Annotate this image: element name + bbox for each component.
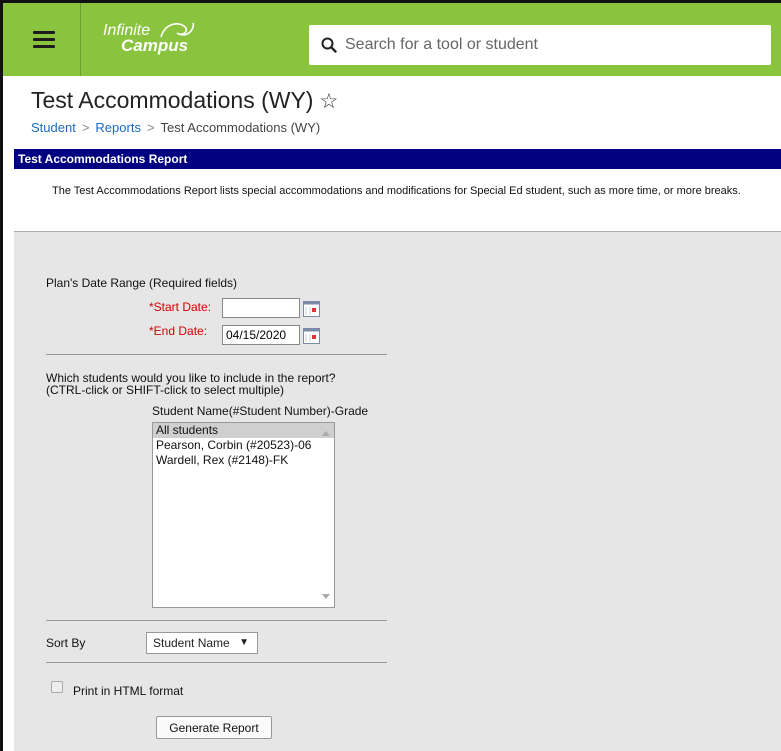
print-html-checkbox[interactable] — [51, 681, 63, 693]
hamburger-icon — [32, 27, 55, 52]
end-date-input[interactable] — [222, 325, 300, 345]
sort-by-label: Sort By — [46, 636, 86, 650]
scroll-down-arrow-icon[interactable] — [322, 594, 330, 599]
generate-report-button[interactable]: Generate Report — [156, 716, 272, 739]
start-date-label: *Start Date: — [149, 300, 212, 314]
breadcrumb-current: Test Accommodations (WY) — [160, 120, 321, 135]
divider — [46, 620, 387, 621]
students-question: Which students would you like to include… — [46, 371, 336, 397]
breadcrumb: Student > Reports > Test Accommodations (WY) — [31, 120, 320, 135]
page-title: Test Accommodations (WY) ☆ — [31, 87, 339, 113]
report-form: Plan's Date Range (Required fields) *Sta… — [14, 232, 781, 751]
date-range-label: Plan's Date Range (Required fields) — [46, 276, 238, 290]
print-html-label: Print in HTML format — [73, 684, 184, 698]
breadcrumb-reports[interactable]: Reports — [95, 120, 141, 135]
scroll-up-arrow-icon[interactable] — [322, 431, 330, 436]
sort-by-select[interactable]: Student Name ▼ — [146, 632, 258, 654]
breadcrumb-student[interactable]: Student — [31, 120, 76, 135]
page-header: Test Accommodations (WY) ☆ Student > Report… — [3, 76, 781, 145]
divider — [46, 662, 387, 663]
start-date-input[interactable] — [222, 298, 300, 318]
chevron-right-icon: > — [146, 120, 155, 135]
menu-button[interactable] — [7, 3, 81, 76]
report-header: Test Accommodations Report — [14, 149, 781, 169]
calendar-icon[interactable] — [303, 328, 320, 344]
divider — [46, 354, 387, 355]
student-list-header: Student Name(#Student Number)-Grade — [152, 404, 369, 418]
calendar-icon[interactable] — [303, 301, 320, 317]
dropdown-arrow-icon: ▼ — [239, 637, 249, 648]
campus-logo[interactable]: Infinite Campus — [103, 23, 195, 54]
chevron-right-icon: > — [81, 120, 90, 135]
list-item[interactable]: All students — [153, 423, 334, 438]
search-icon — [321, 37, 337, 53]
search-input[interactable] — [345, 36, 745, 54]
list-item[interactable]: Pearson, Corbin (#20523)-06 — [153, 438, 334, 453]
search-box[interactable] — [309, 25, 771, 65]
end-date-label: *End Date: — [149, 324, 208, 338]
logo-swirl-icon — [160, 22, 195, 38]
top-bar: Infinite Campus — [3, 3, 781, 76]
report-description: The Test Accommodations Report lists spe… — [14, 169, 781, 232]
list-item[interactable]: Wardell, Rex (#2148)-FK — [153, 453, 334, 468]
student-listbox[interactable]: All students Pearson, Corbin (#20523)-06… — [152, 422, 335, 608]
favorite-star-icon[interactable]: ☆ — [319, 90, 338, 113]
